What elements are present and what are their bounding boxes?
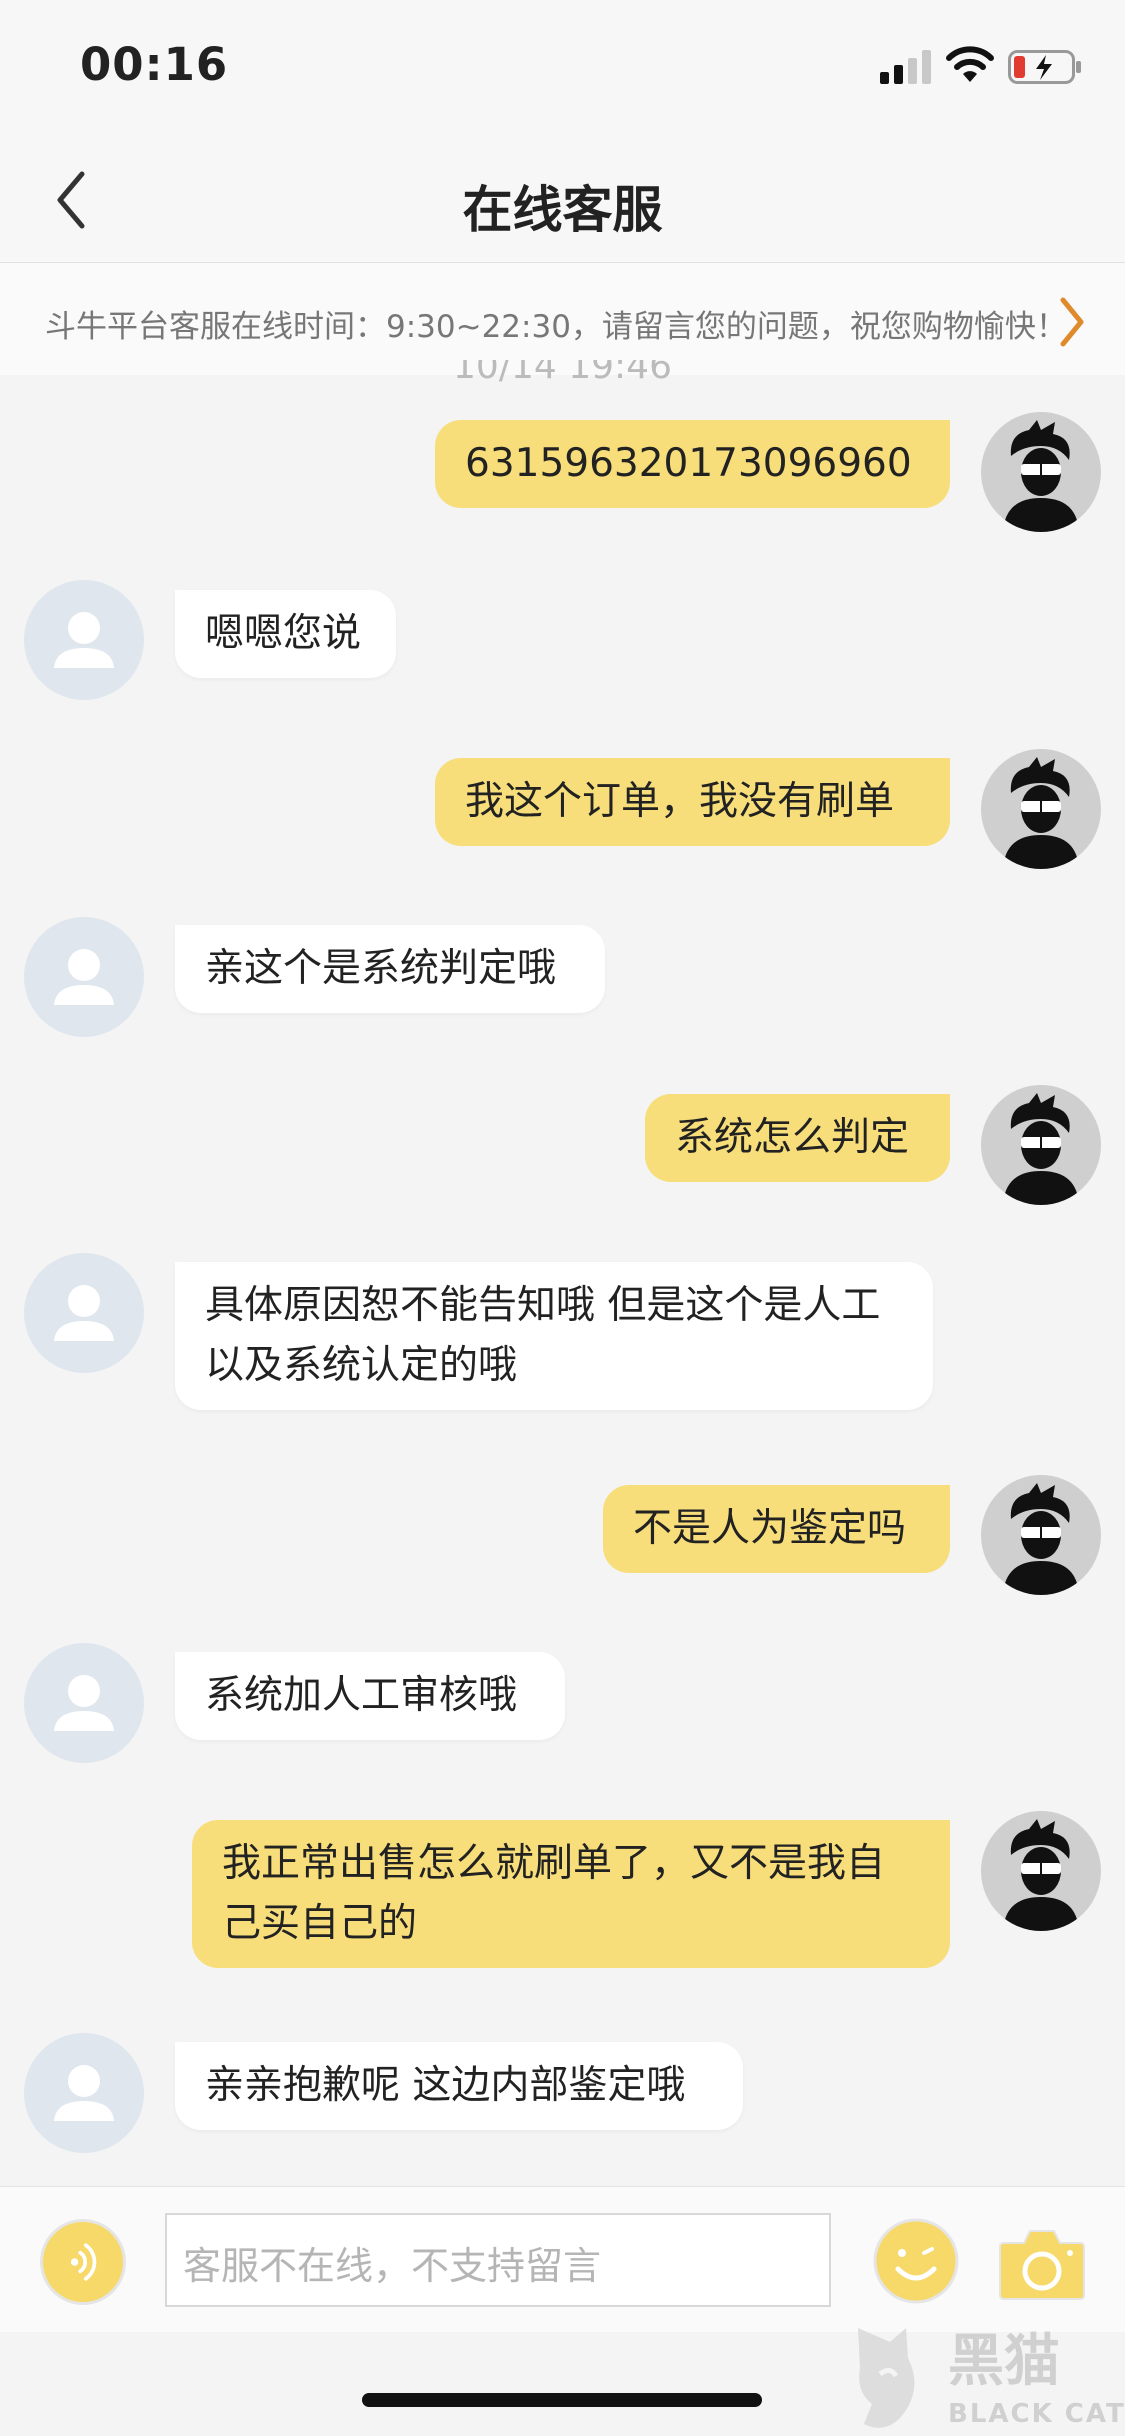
my-avatar[interactable]: [981, 1475, 1101, 1595]
service-message: 亲这个是系统判定哦: [175, 925, 605, 1013]
service-hours-notice[interactable]: 斗牛平台客服在线时间：9:30~22:30，请留言您的问题，祝您购物愉快！: [0, 263, 1125, 375]
my-avatar[interactable]: [981, 749, 1101, 869]
voice-button[interactable]: [40, 2219, 126, 2305]
message-input[interactable]: 客服不在线，不支持留言: [165, 2213, 831, 2307]
my-message: 我这个订单，我没有刷单: [435, 758, 950, 846]
service-message: 嗯嗯您说: [175, 590, 396, 678]
wifi-icon: [946, 46, 994, 82]
page-title: 在线客服: [462, 181, 663, 239]
service-avatar[interactable]: [24, 1253, 144, 1373]
service-avatar[interactable]: [24, 580, 144, 700]
my-message: 系统怎么判定: [645, 1094, 950, 1182]
my-message: 不是人为鉴定吗: [603, 1485, 950, 1573]
watermark-en: BLACK CAT: [948, 2399, 1125, 2429]
service-message: 亲亲抱歉呢 这边内部鉴定哦: [175, 2042, 743, 2130]
user-avatar-icon: [1003, 420, 1079, 532]
status-time: 00:16: [80, 38, 229, 91]
my-message: 631596320173096960: [435, 420, 950, 508]
my-avatar[interactable]: [981, 1811, 1101, 1931]
service-avatar[interactable]: [24, 2033, 144, 2153]
person-icon: [54, 612, 114, 668]
status-bar: 00:16: [0, 0, 1125, 140]
input-placeholder: 客服不在线，不支持留言: [183, 2244, 602, 2288]
notice-text: 斗牛平台客服在线时间：9:30~22:30，请留言您的问题，祝您购物愉快！: [45, 309, 1067, 345]
service-message: 具体原因恕不能告知哦 但是这个是人工以及系统认定的哦: [175, 1262, 933, 1410]
black-cat-watermark: 黑猫 BLACK CAT: [858, 2328, 1125, 2429]
service-avatar[interactable]: [24, 917, 144, 1037]
input-bar: 客服不在线，不支持留言: [0, 2186, 1125, 2333]
avatar-figure: [1003, 420, 1079, 532]
battery-icon: [1008, 50, 1081, 84]
my-message: 我正常出售怎么就刷单了，又不是我自己买自己的: [192, 1820, 950, 1968]
emoji-icon[interactable]: [872, 2217, 960, 2305]
my-avatar[interactable]: [981, 1085, 1101, 1205]
service-avatar[interactable]: [24, 1643, 144, 1763]
signal-icon: [880, 50, 931, 84]
person-icon: [54, 1285, 114, 1341]
user-avatar-icon: [1003, 757, 1079, 869]
user-avatar-icon: [1003, 1093, 1079, 1205]
nav-bar: 在线客服: [0, 140, 1125, 263]
message-timestamp: 10/14 19:46: [453, 360, 672, 387]
camera-icon[interactable]: [996, 2221, 1088, 2303]
service-message: 系统加人工审核哦: [175, 1652, 565, 1740]
home-indicator[interactable]: [362, 2393, 762, 2407]
user-avatar-icon: [1003, 1483, 1079, 1595]
person-icon: [54, 949, 114, 1005]
my-avatar[interactable]: [981, 412, 1101, 532]
watermark-cn: 黑猫: [948, 2329, 1060, 2394]
chevron-right-icon[interactable]: [1057, 294, 1087, 350]
person-icon: [54, 1675, 114, 1731]
person-icon: [54, 2065, 114, 2121]
voice-icon: [70, 2243, 97, 2281]
user-avatar-icon: [1003, 1819, 1079, 1931]
